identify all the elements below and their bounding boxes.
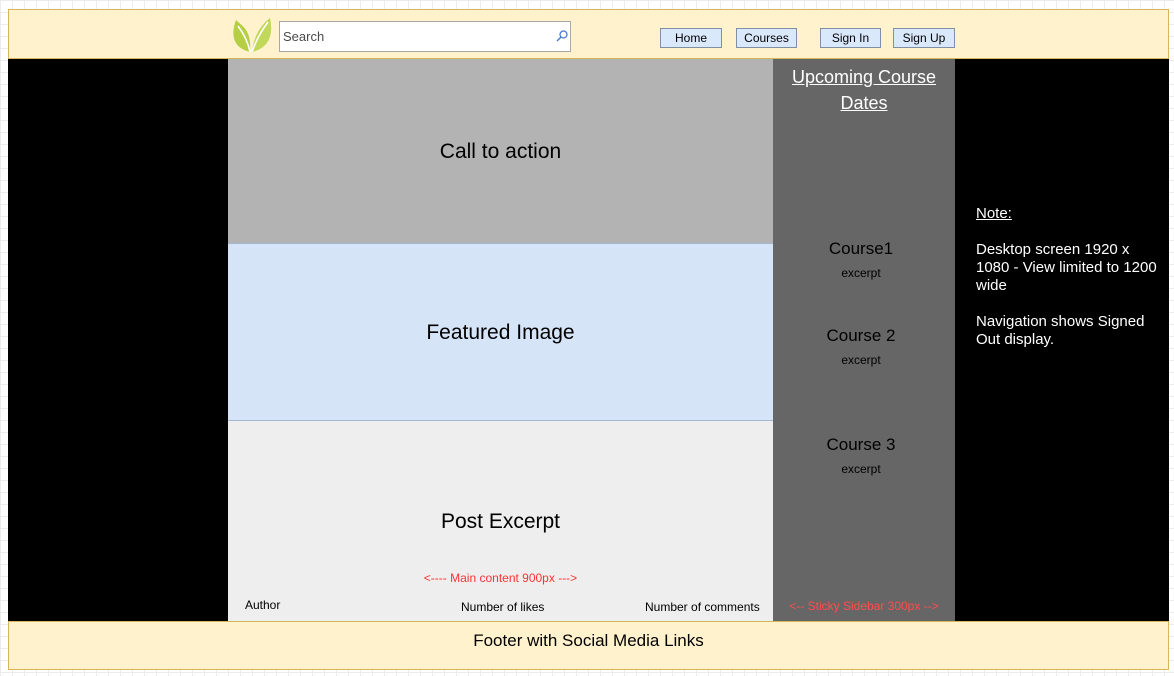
- sidebar-heading-line1: Upcoming Course: [791, 67, 937, 87]
- note-title: Note:: [976, 205, 1012, 222]
- call-to-action[interactable]: Call to action: [228, 59, 773, 243]
- comments-count: Number of comments: [645, 600, 760, 614]
- footer-social-links[interactable]: Footer with Social Media Links: [9, 631, 1168, 651]
- note-line-2: Navigation shows Signed Out display.: [976, 313, 1145, 348]
- author-label[interactable]: Author: [245, 598, 280, 612]
- post-excerpt-label: Post Excerpt: [440, 510, 561, 533]
- sign-up-button[interactable]: Sign Up: [893, 28, 955, 48]
- call-to-action-label: Call to action: [439, 140, 562, 163]
- nav-courses-button[interactable]: Courses: [736, 28, 797, 48]
- search-input[interactable]: [280, 22, 553, 51]
- likes-count: Number of likes: [461, 600, 545, 614]
- leaf-logo-icon[interactable]: [228, 14, 272, 58]
- course-1-title[interactable]: Course1: [770, 239, 952, 259]
- course-3-excerpt: excerpt: [841, 462, 881, 476]
- sticky-sidebar: Upcoming Course Dates Course1 excerpt Co…: [773, 59, 955, 621]
- sidebar-width-annotation: <-- Sticky Sidebar 300px -->: [789, 599, 939, 613]
- featured-image: Featured Image: [228, 243, 773, 421]
- nav-home-button[interactable]: Home: [660, 28, 722, 48]
- post-excerpt[interactable]: Post Excerpt <---- Main content 900px --…: [228, 421, 773, 621]
- site-footer: Footer with Social Media Links: [8, 621, 1169, 670]
- site-header: [8, 9, 1169, 59]
- search-box: [279, 21, 571, 52]
- search-icon[interactable]: [555, 29, 569, 43]
- sidebar-heading-line2: Dates: [840, 93, 888, 113]
- sidebar-heading: Upcoming Course Dates: [773, 64, 955, 116]
- main-width-annotation: <---- Main content 900px --->: [423, 571, 578, 585]
- design-note: Note: Desktop screen 1920 x 1080 - View …: [976, 205, 1161, 349]
- sign-in-button[interactable]: Sign In: [820, 28, 881, 48]
- featured-image-label: Featured Image: [426, 321, 575, 344]
- course-3-title[interactable]: Course 3: [770, 435, 952, 455]
- course-2-excerpt: excerpt: [841, 353, 881, 367]
- course-2-title[interactable]: Course 2: [770, 326, 952, 346]
- note-line-1: Desktop screen 1920 x 1080 - View limite…: [976, 241, 1157, 294]
- course-1-excerpt: excerpt: [841, 266, 881, 280]
